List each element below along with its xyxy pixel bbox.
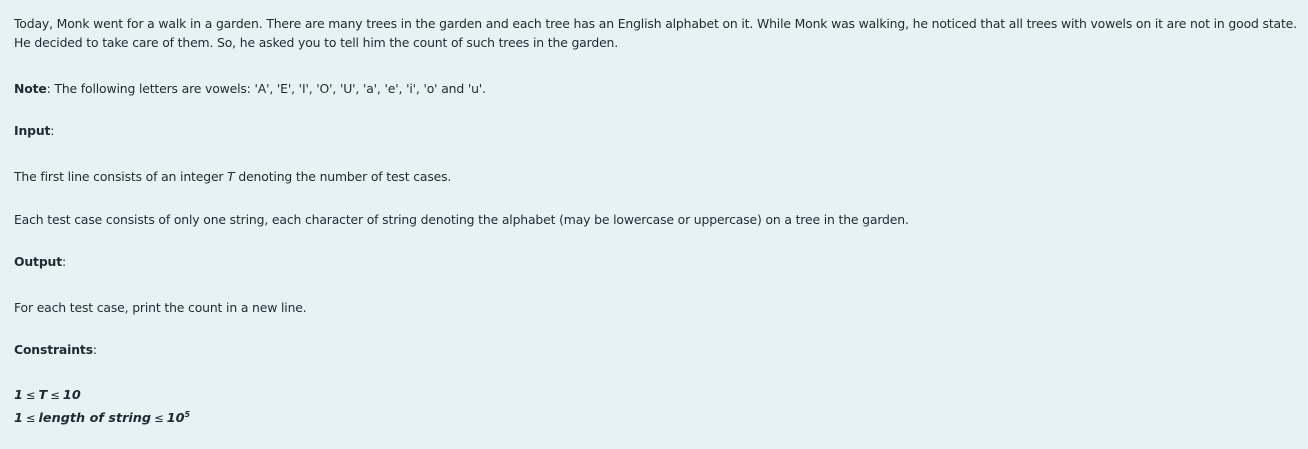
constraint-1-var: T — [38, 388, 48, 403]
note-label: Note — [14, 81, 47, 96]
input-line-1-before: The first line consists of an integer — [14, 169, 228, 184]
constraint-2: 1 ≤ length of string ≤105 — [14, 405, 1298, 428]
input-var-t: T — [227, 169, 235, 184]
constraints-heading-label: Constraints — [14, 342, 93, 357]
note-line: Note: The following letters are vowels: … — [14, 79, 1298, 98]
constraint-2-op2: ≤ — [154, 411, 164, 425]
output-heading-label: Output — [14, 254, 62, 269]
constraint-2-var: length of string — [38, 411, 152, 426]
output-text: For each test case, print the count in a… — [14, 300, 307, 315]
input-line-1-after: denoting the number of test cases. — [234, 169, 452, 184]
constraint-2-left: 1 — [14, 411, 23, 426]
input-line-1: The first line consists of an integer T … — [14, 167, 1298, 186]
constraint-2-op1: ≤ — [25, 411, 36, 425]
constraint-1-op1: ≤ — [25, 388, 36, 402]
input-heading-label: Input — [14, 123, 51, 138]
constraint-2-base: 10 — [166, 411, 185, 426]
constraints-heading: Constraints: — [14, 342, 97, 357]
constraint-1-op2: ≤ — [50, 388, 60, 402]
input-heading: Input: — [14, 123, 55, 138]
constraint-1-left: 1 — [14, 388, 23, 403]
problem-statement: Today, Monk went for a walk in a garden.… — [14, 14, 1298, 428]
constraint-2-exponent: 5 — [184, 410, 191, 419]
note-text: : The following letters are vowels: 'A',… — [46, 81, 486, 96]
input-line-2: Each test case consists of only one stri… — [14, 212, 909, 227]
statement-text: Today, Monk went for a walk in a garden.… — [14, 16, 1297, 50]
output-heading: Output: — [14, 254, 67, 269]
constraint-1: 1 ≤ T ≤10 — [14, 386, 1298, 405]
constraint-1-right: 10 — [62, 388, 81, 403]
